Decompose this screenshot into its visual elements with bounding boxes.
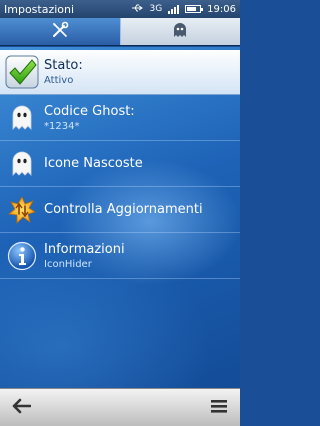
ghost-icon <box>4 100 40 136</box>
list-item-ghost-code[interactable]: Codice Ghost: *1234* <box>0 96 240 141</box>
info-app-name: IconHider <box>44 258 92 270</box>
clock: 19:06 <box>207 3 236 15</box>
back-arrow-icon <box>11 398 32 418</box>
battery-icon <box>185 5 204 13</box>
bottom-toolbar <box>0 388 240 426</box>
status-label: Stato: <box>44 57 83 73</box>
list-item-info[interactable]: Informazioni IconHider <box>0 234 240 279</box>
hidden-icons-label: Icone Nascoste <box>44 156 143 171</box>
network-type: 3G <box>149 4 163 14</box>
tab-bar <box>0 18 240 46</box>
wrench-screwdriver-icon <box>51 21 69 43</box>
checkmark-icon <box>4 54 40 90</box>
ghost-icon <box>173 22 187 42</box>
status-value: Attivo <box>44 74 74 86</box>
info-icon <box>4 238 40 274</box>
ghost-icon <box>4 146 40 182</box>
info-label: Informazioni <box>44 241 125 257</box>
list-item-hidden-icons[interactable]: Icone Nascoste <box>0 142 240 187</box>
check-updates-label: Controlla Aggiornamenti <box>44 202 203 217</box>
list-item-check-updates[interactable]: Controlla Aggiornamenti <box>0 188 240 233</box>
update-icon <box>4 192 40 228</box>
options-menu-button[interactable] <box>206 395 232 421</box>
list-item-status[interactable]: Stato: Attivo <box>0 50 240 95</box>
ghost-code-label: Codice Ghost: <box>44 103 135 119</box>
usb-icon <box>131 4 144 15</box>
window-title: Impostazioni <box>4 2 75 16</box>
tab-ghost[interactable] <box>120 18 240 45</box>
ghost-code-value: *1234* <box>44 120 80 132</box>
signal-strength-icon <box>168 4 180 14</box>
menu-icon <box>210 398 228 418</box>
settings-list: Stato: Attivo Codice Ghost: *1234* Icone… <box>0 47 240 388</box>
status-icons: 3G 19:06 <box>131 4 236 15</box>
tab-settings[interactable] <box>0 18 121 45</box>
status-bar: Impostazioni 3G 19:06 <box>0 0 240 18</box>
back-button[interactable] <box>8 395 34 421</box>
